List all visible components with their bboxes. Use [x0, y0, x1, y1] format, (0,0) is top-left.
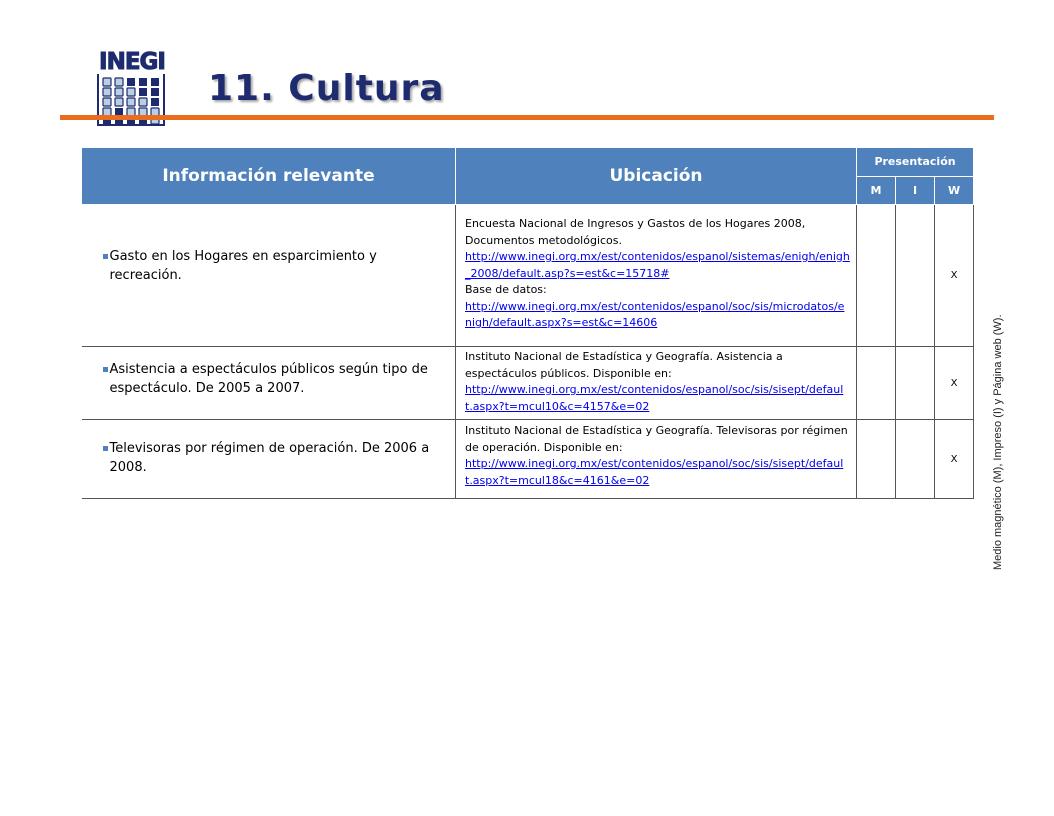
header-i: I [895, 175, 935, 205]
ubicacion-cell: Encuesta Nacional de Ingresos y Gastos d… [455, 204, 857, 347]
info-block: Gasto en los Hogares en esparcimiento y … [82, 205, 456, 285]
info-cell: Gasto en los Hogares en esparcimiento y … [81, 204, 456, 347]
mark-w: X [933, 204, 975, 347]
source-link[interactable]: http://www.inegi.org.mx/est/contenidos/e… [465, 382, 850, 415]
ubicacion-block: Encuesta Nacional de Ingresos y Gastos d… [456, 205, 856, 332]
cultura-table: Información relevante Ubicación Presenta… [81, 147, 975, 499]
source-link[interactable]: http://www.inegi.org.mx/est/contenidos/e… [465, 299, 850, 332]
table-row: Gasto en los Hogares en esparcimiento y … [81, 204, 975, 347]
title-rule [60, 115, 994, 120]
bullet-icon [102, 254, 108, 259]
logo-wordmark: INEGI [99, 49, 167, 75]
page-title: 11. Cultura [208, 68, 445, 109]
mark-i [895, 346, 935, 420]
mark-w: X [933, 419, 975, 499]
info-cell: Asistencia a espectáculos públicos según… [81, 346, 456, 420]
mark-w: X [933, 346, 975, 420]
mark-m [856, 204, 896, 347]
ubicacion-text: Base de datos: [465, 283, 547, 296]
info-text: Asistencia a espectáculos públicos según… [109, 362, 428, 396]
source-link[interactable]: http://www.inegi.org.mx/est/contenidos/e… [465, 249, 850, 282]
source-link[interactable]: http://www.inegi.org.mx/est/contenidos/e… [465, 456, 850, 489]
mark-i [895, 419, 935, 499]
presentation-legend: Medio magnético (M), Impreso (I) y Págin… [992, 314, 1004, 570]
header-ubicacion: Ubicación [455, 147, 857, 205]
mark-m [856, 346, 896, 420]
mark-m [856, 419, 896, 499]
ubicacion-text: Instituto Nacional de Estadística y Geog… [465, 424, 848, 454]
bullet-icon [102, 446, 108, 451]
header-m: M [856, 175, 896, 205]
bullet-icon [102, 367, 108, 372]
info-block: Asistencia a espectáculos públicos según… [82, 347, 456, 398]
info-block: Televisoras por régimen de operación. De… [82, 420, 456, 477]
header-informacion: Información relevante [81, 147, 456, 205]
ubicacion-cell: Instituto Nacional de Estadística y Geog… [455, 419, 857, 499]
ubicacion-block: Instituto Nacional de Estadística y Geog… [456, 347, 856, 415]
ubicacion-text: Encuesta Nacional de Ingresos y Gastos d… [465, 217, 806, 247]
header-w: W [933, 175, 975, 205]
ubicacion-cell: Instituto Nacional de Estadística y Geog… [455, 346, 857, 420]
table-row: Televisoras por régimen de operación. De… [81, 419, 975, 499]
mark-i [895, 204, 935, 347]
ubicacion-block: Instituto Nacional de Estadística y Geog… [456, 420, 856, 489]
info-text: Televisoras por régimen de operación. De… [109, 441, 430, 475]
table-row: Asistencia a espectáculos públicos según… [81, 346, 975, 420]
header-presentacion: Presentación [855, 147, 975, 177]
info-cell: Televisoras por régimen de operación. De… [81, 419, 456, 499]
info-text: Gasto en los Hogares en esparcimiento y … [109, 249, 377, 283]
ubicacion-text: Instituto Nacional de Estadística y Geog… [465, 350, 783, 380]
